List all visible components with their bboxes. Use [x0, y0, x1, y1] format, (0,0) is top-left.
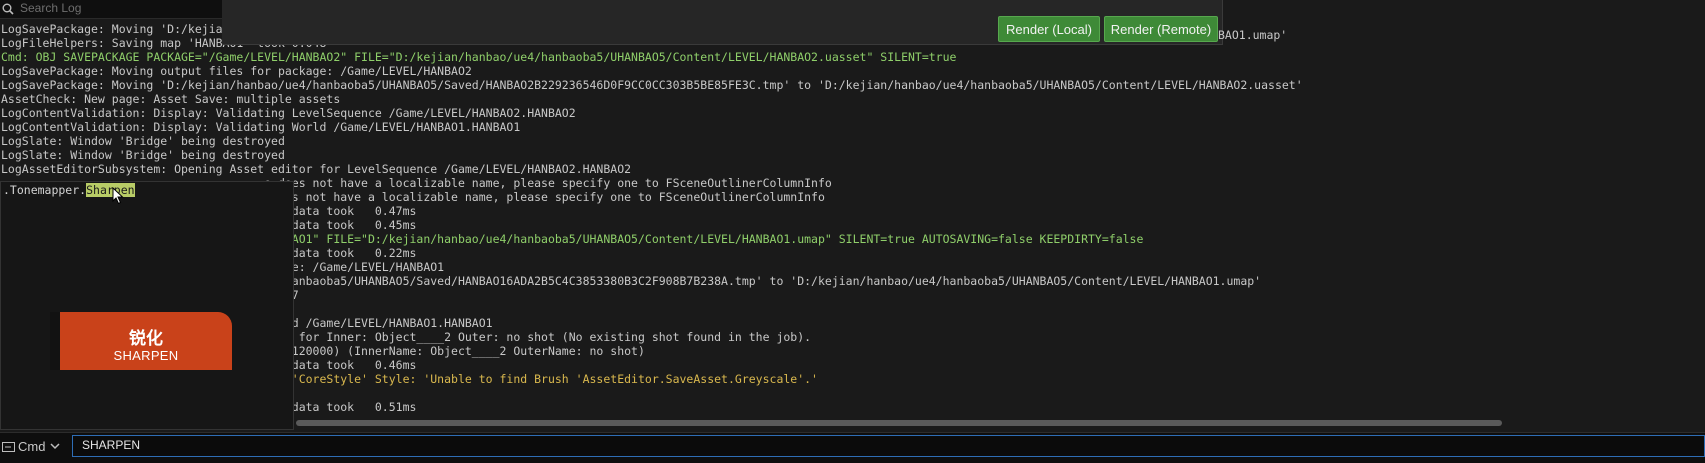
log-line: LogContentValidation: Display: Validatin… — [1, 120, 521, 134]
autocomplete-prefix: .Tonemapper. — [3, 183, 87, 197]
command-bar: Cmd SHARPEN — [0, 432, 1705, 463]
log-line: LogAssetEditorSubsystem: Opening Asset e… — [1, 162, 632, 176]
log-overlap-text: BAO1.umap' — [1218, 28, 1288, 42]
render-local-button[interactable]: Render (Local) — [998, 16, 1100, 42]
badge-chinese-label: 锐化 — [129, 329, 163, 348]
log-search-bar[interactable]: Search Log — [0, 0, 222, 19]
log-line: LogSavePackage: Moving 'D:/kejia — [1, 22, 223, 36]
render-panel: BAO1.umap' Render (Local) Render (Remote… — [222, 0, 1287, 45]
search-icon — [2, 3, 14, 15]
render-remote-button[interactable]: Render (Remote) — [1104, 16, 1218, 42]
log-line: Cmd: OBJ SAVEPACKAGE PACKAGE="/Game/LEVE… — [1, 50, 957, 64]
log-line: LogSlate: Window 'Bridge' being destroye… — [1, 134, 285, 148]
command-input-value: SHARPEN — [82, 438, 141, 452]
autocomplete-popup: .Tonemapper.Sharpen — [0, 181, 294, 430]
log-line: AssetCheck: New page: Asset Save: multip… — [1, 92, 341, 106]
log-line: LogSavePackage: Moving output files for … — [1, 64, 472, 78]
sharpen-badge: 锐化 SHARPEN — [60, 312, 232, 370]
mouse-cursor-icon — [112, 187, 124, 205]
command-input[interactable]: SHARPEN — [72, 435, 1705, 457]
cmd-mode-label[interactable]: Cmd — [18, 439, 45, 454]
log-line: LogContentValidation: Display: Validatin… — [1, 106, 576, 120]
terminal-icon — [2, 442, 15, 452]
search-input[interactable]: Search Log — [20, 1, 81, 15]
horizontal-scrollbar[interactable] — [296, 420, 1502, 426]
autocomplete-match: Sharpen — [86, 183, 135, 197]
log-line: LogSavePackage: Moving 'D:/kejian/hanbao… — [1, 78, 1303, 92]
log-line: LogSlate: Window 'Bridge' being destroye… — [1, 148, 285, 162]
chevron-down-icon[interactable] — [50, 443, 60, 450]
badge-english-label: SHARPEN — [113, 348, 179, 363]
